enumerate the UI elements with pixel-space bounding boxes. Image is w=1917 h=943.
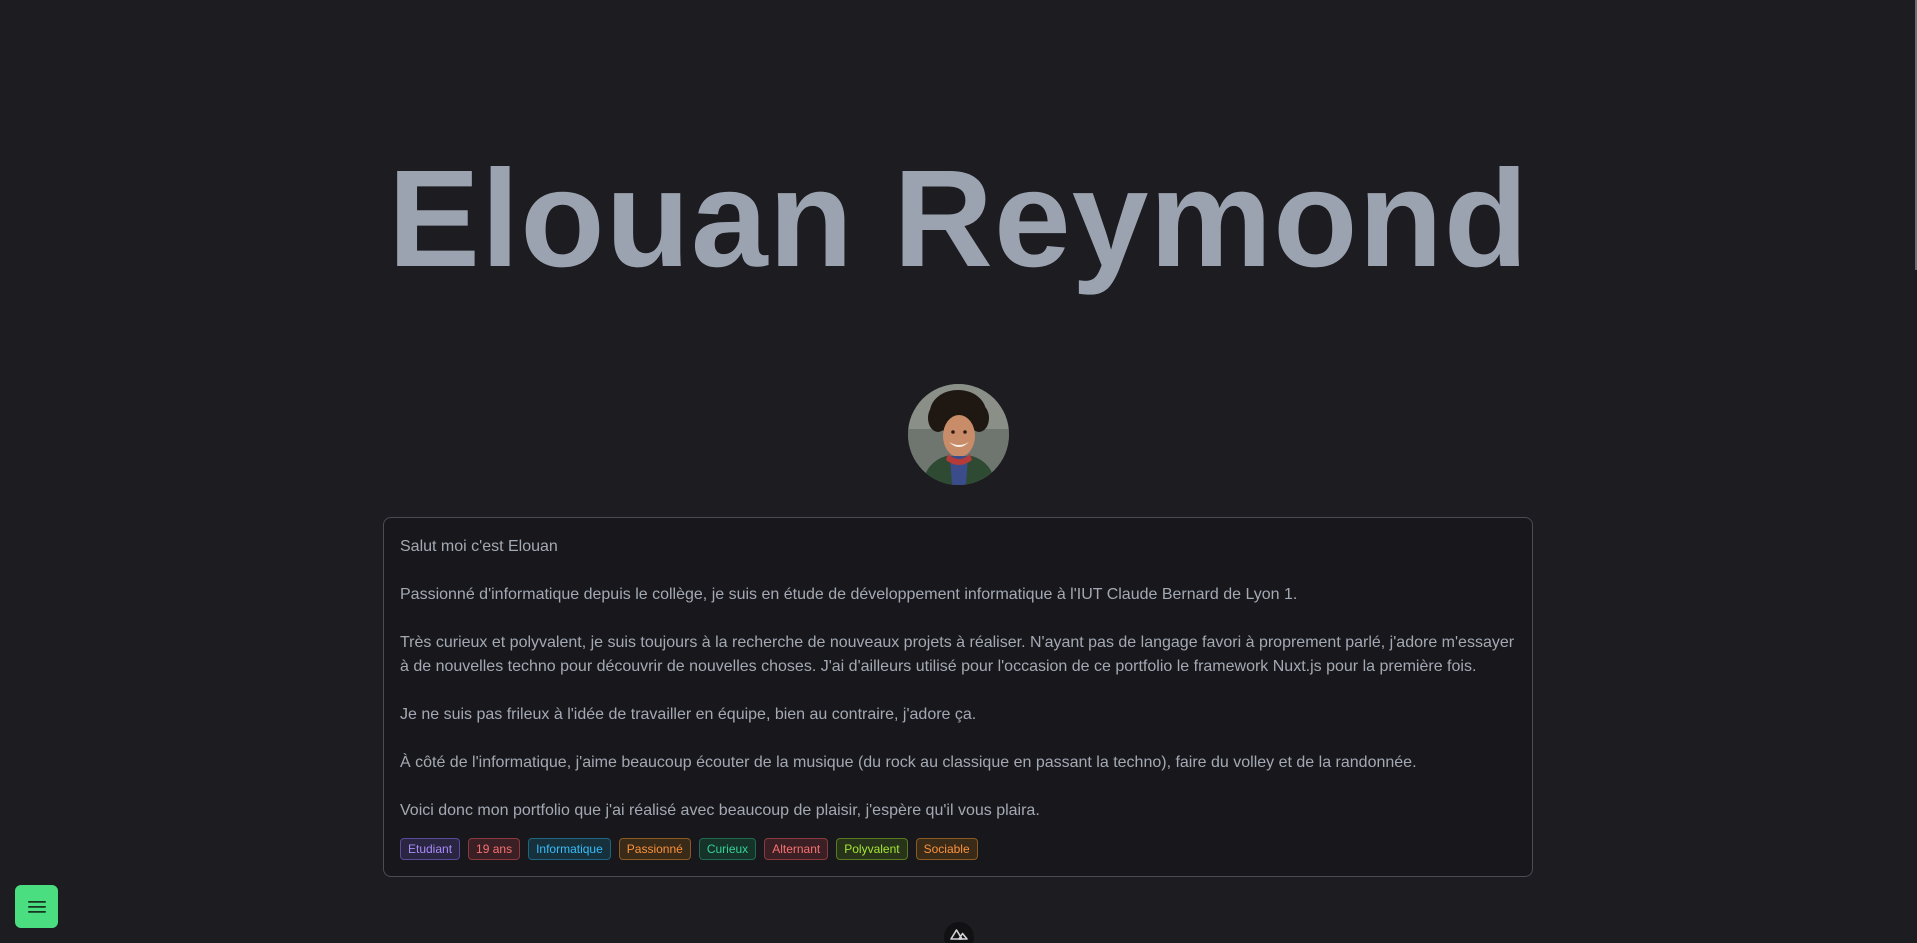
portfolio-page: Elouan Reymond Salut moi c'est Elouan Pa… xyxy=(0,0,1917,943)
tag-badge: Alternant xyxy=(764,838,829,860)
about-paragraph: À côté de l'informatique, j'aime beaucou… xyxy=(400,754,1417,771)
tag-badge: Passionné xyxy=(618,838,691,860)
about-paragraph: Passionné d'informatique depuis le collè… xyxy=(400,586,1298,603)
tag-badge: Informatique xyxy=(528,838,611,860)
tag-badge: Etudiant xyxy=(400,838,461,860)
about-paragraph: Salut moi c'est Elouan xyxy=(400,538,558,555)
nuxt-logo-icon xyxy=(950,929,968,940)
about-card: Salut moi c'est Elouan Passionné d'infor… xyxy=(383,517,1533,877)
hero-name: Elouan Reymond xyxy=(387,142,1530,296)
tag-badge: Sociable xyxy=(915,838,978,860)
about-paragraph: Je ne suis pas frileux à l'idée de trava… xyxy=(400,706,977,723)
avatar xyxy=(908,384,1009,485)
nuxt-logo-badge[interactable] xyxy=(944,922,974,943)
tag-badge: Polyvalent xyxy=(836,838,908,860)
about-paragraph: Voici donc mon portfolio que j'ai réalis… xyxy=(400,802,1040,819)
tag-badge: Curieux xyxy=(698,838,757,860)
menu-button[interactable] xyxy=(15,885,58,928)
tag-list: Etudiant 19 ans Informatique Passionné C… xyxy=(400,838,978,860)
avatar-photo xyxy=(908,384,1009,485)
about-paragraph: Très curieux et polyvalent, je suis touj… xyxy=(400,634,1515,675)
tag-badge: 19 ans xyxy=(468,838,521,860)
hamburger-menu-icon xyxy=(27,900,46,913)
